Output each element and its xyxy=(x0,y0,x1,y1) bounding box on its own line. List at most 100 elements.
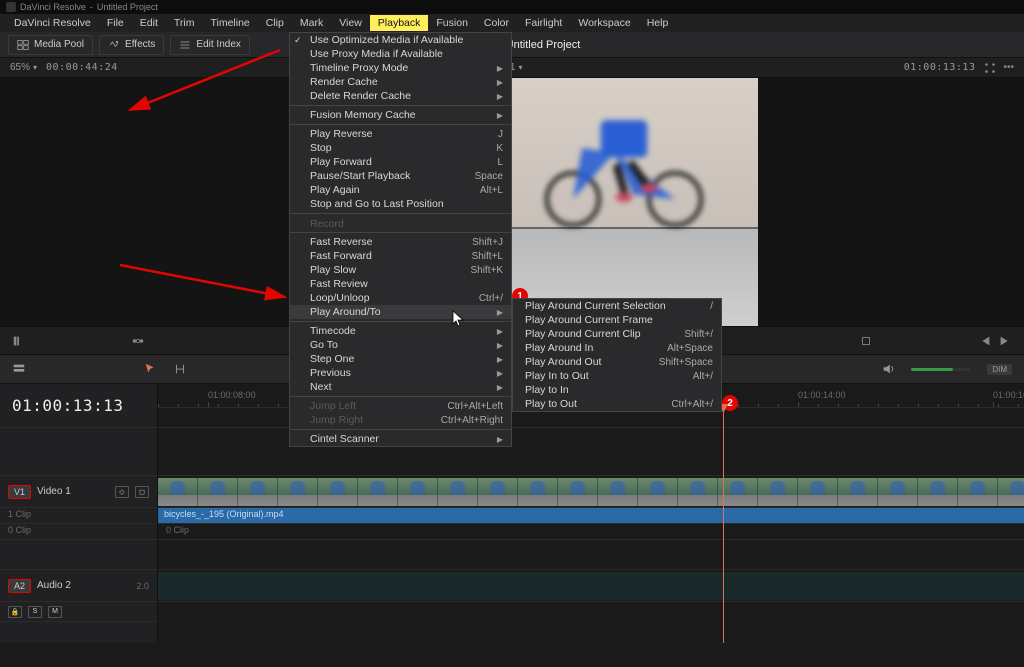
menu-fairlight[interactable]: Fairlight xyxy=(517,15,570,31)
menu-item-step-one[interactable]: Step One▶ xyxy=(290,352,511,366)
menu-file[interactable]: File xyxy=(99,15,132,31)
menu-item-play-reverse[interactable]: Play ReverseJ xyxy=(290,127,511,141)
track-spacer xyxy=(0,428,157,476)
menu-trim[interactable]: Trim xyxy=(166,15,203,31)
lock-icon[interactable]: 🔒 xyxy=(8,606,22,618)
menu-item-go-to[interactable]: Go To▶ xyxy=(290,338,511,352)
edit-index-button[interactable]: Edit Index xyxy=(170,35,249,55)
record-timecode: 01:00:13:13 xyxy=(904,62,976,73)
menu-item-render-cache[interactable]: Render Cache▶ xyxy=(290,75,511,89)
menu-item-fast-forward[interactable]: Fast ForwardShift+L xyxy=(290,249,511,263)
volume-slider[interactable] xyxy=(911,368,971,371)
submenu-item-play-in-to-out[interactable]: Play In to OutAlt+/ xyxy=(513,369,721,383)
video-clip[interactable] xyxy=(158,478,1024,506)
trim-tool-icon[interactable] xyxy=(173,362,187,376)
track-badge-a2[interactable]: A2 xyxy=(8,579,31,593)
menu-item-cintel-scanner[interactable]: Cintel Scanner▶ xyxy=(290,432,511,446)
zoom-level[interactable]: 65% xyxy=(10,62,30,73)
go-last-icon[interactable] xyxy=(998,334,1012,348)
menu-item-play-again[interactable]: Play AgainAlt+L xyxy=(290,183,511,197)
menu-color[interactable]: Color xyxy=(476,15,517,31)
menu-item-fast-reverse[interactable]: Fast ReverseShift+J xyxy=(290,235,511,249)
menu-item-fusion-memory-cache[interactable]: Fusion Memory Cache▶ xyxy=(290,108,511,122)
menu-item-use-proxy-media-if-available[interactable]: Use Proxy Media if Available xyxy=(290,47,511,61)
track-disable-icon[interactable]: ◻ xyxy=(135,486,149,498)
mark-in-icon[interactable] xyxy=(12,334,26,348)
status-bar: 65% ▾ 00:00:44:24 ne 1 ▾ 01:00:13:13 ••• xyxy=(0,58,1024,78)
menu-view[interactable]: View xyxy=(331,15,370,31)
zero-clips-lane: 0 Clip xyxy=(158,524,1024,540)
match-frame-icon[interactable] xyxy=(131,334,145,348)
submenu-item-play-around-in[interactable]: Play Around InAlt+Space xyxy=(513,341,721,355)
viewer-area xyxy=(0,78,1024,326)
menu-item-timecode[interactable]: Timecode▶ xyxy=(290,324,511,338)
track-lanes[interactable]: 01:00:08:0001:00:10:0001:00:12:0001:00:1… xyxy=(158,384,1024,643)
submenu-item-play-around-out[interactable]: Play Around OutShift+Space xyxy=(513,355,721,369)
menu-item-stop-and-go-to-last-position[interactable]: Stop and Go to Last Position xyxy=(290,197,511,211)
menu-mark[interactable]: Mark xyxy=(292,15,331,31)
menu-workspace[interactable]: Workspace xyxy=(570,15,638,31)
submenu-item-play-around-current-clip[interactable]: Play Around Current ClipShift+/ xyxy=(513,327,721,341)
menu-item-next[interactable]: Next▶ xyxy=(290,380,511,394)
menu-fusion[interactable]: Fusion xyxy=(428,15,476,31)
track-badge-v1[interactable]: V1 xyxy=(8,485,31,499)
menu-help[interactable]: Help xyxy=(639,15,677,31)
menu-item-play-forward[interactable]: Play ForwardL xyxy=(290,155,511,169)
audio-track-header[interactable]: A2 Audio 2 2.0 xyxy=(0,570,157,602)
menu-davinci-resolve[interactable]: DaVinci Resolve xyxy=(6,15,99,31)
mute-button[interactable]: M xyxy=(48,606,62,618)
selection-tool-icon[interactable] xyxy=(143,362,157,376)
track-lock-icon[interactable]: ◇ xyxy=(115,486,129,498)
menu-item-fast-review[interactable]: Fast Review xyxy=(290,277,511,291)
menu-timeline[interactable]: Timeline xyxy=(202,15,257,31)
menu-item-timeline-proxy-mode[interactable]: Timeline Proxy Mode▶ xyxy=(290,61,511,75)
video-clips-count: 1 Clip xyxy=(0,508,157,524)
timeline: 01:00:13:13 V1 Video 1 ◇ ◻ 1 Clip 0 Clip… xyxy=(0,384,1024,643)
submenu-item-play-to-out[interactable]: Play to OutCtrl+Alt+/ xyxy=(513,397,721,411)
menu-item-delete-render-cache[interactable]: Delete Render Cache▶ xyxy=(290,89,511,103)
menu-item-pause-start-playback[interactable]: Pause/Start PlaybackSpace xyxy=(290,169,511,183)
match-frame-icon[interactable] xyxy=(859,334,873,348)
effects-label: Effects xyxy=(125,39,155,50)
menu-item-jump-right: Jump RightCtrl+Alt+Right xyxy=(290,413,511,427)
menu-edit[interactable]: Edit xyxy=(132,15,166,31)
chevron-down-icon[interactable]: ▾ xyxy=(515,63,525,72)
submenu-item-play-around-current-selection[interactable]: Play Around Current Selection/ xyxy=(513,299,721,313)
menu-item-previous[interactable]: Previous▶ xyxy=(290,366,511,380)
video-lane[interactable] xyxy=(158,476,1024,508)
solo-button[interactable]: S xyxy=(28,606,42,618)
menu-section: Record xyxy=(290,216,511,230)
audio-clip[interactable] xyxy=(158,572,1024,600)
track-headers: 01:00:13:13 V1 Video 1 ◇ ◻ 1 Clip 0 Clip… xyxy=(0,384,158,643)
effects-button[interactable]: Effects xyxy=(99,35,164,55)
more-icon[interactable]: ••• xyxy=(1003,62,1014,73)
media-pool-button[interactable]: Media Pool xyxy=(8,35,93,55)
menu-playback[interactable]: Playback xyxy=(370,15,429,31)
menu-item-play-slow[interactable]: Play SlowShift+K xyxy=(290,263,511,277)
chevron-down-icon[interactable]: ▾ xyxy=(30,63,40,72)
menu-item-loop-unloop[interactable]: Loop/UnloopCtrl+/ xyxy=(290,291,511,305)
timeline-view-icon[interactable] xyxy=(12,362,26,376)
menu-item-stop[interactable]: StopK xyxy=(290,141,511,155)
menu-item-jump-left: Jump LeftCtrl+Alt+Left xyxy=(290,399,511,413)
submenu-item-play-around-current-frame[interactable]: Play Around Current Frame xyxy=(513,313,721,327)
audio-track-buttons: 🔒 S M xyxy=(0,602,157,622)
menu-clip[interactable]: Clip xyxy=(258,15,292,31)
settings-dots-icon[interactable] xyxy=(983,61,997,75)
speaker-icon[interactable] xyxy=(881,362,895,376)
menu-item-play-around-to[interactable]: Play Around/To▶ xyxy=(290,305,511,319)
playhead[interactable] xyxy=(723,408,724,643)
submenu-item-play-to-in[interactable]: Play to In xyxy=(513,383,721,397)
clip-label[interactable]: bicycles_-_195 (Original).mp4 xyxy=(158,508,1024,524)
video-track-name: Video 1 xyxy=(37,486,71,497)
audio-val: 2.0 xyxy=(136,581,149,591)
menubar: DaVinci ResolveFileEditTrimTimelineClipM… xyxy=(0,14,1024,32)
project-name: Untitled Project xyxy=(97,2,158,12)
dim-button[interactable]: DIM xyxy=(987,364,1012,375)
timeline-viewer[interactable] xyxy=(512,78,758,326)
source-timecode: 00:00:44:24 xyxy=(46,62,118,73)
audio-lane[interactable] xyxy=(158,570,1024,602)
go-first-icon[interactable] xyxy=(978,334,992,348)
video-track-header[interactable]: V1 Video 1 ◇ ◻ xyxy=(0,476,157,508)
menu-item-use-optimized-media-if-available[interactable]: ✓Use Optimized Media if Available xyxy=(290,33,511,47)
